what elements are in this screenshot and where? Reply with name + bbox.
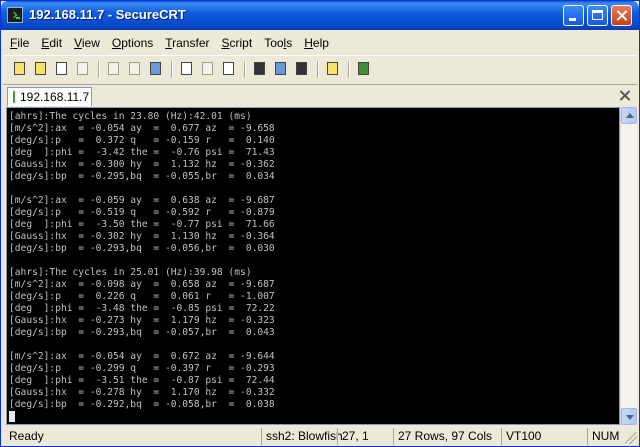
menu-help[interactable]: Help: [299, 36, 334, 50]
quick-connect-icon[interactable]: [32, 60, 50, 78]
close-tab-icon[interactable]: [617, 88, 633, 104]
session-options-icon[interactable]: [251, 60, 269, 78]
title-bar[interactable]: 192.168.11.7 - SecureCRT: [1, 1, 639, 30]
maximize-button[interactable]: [587, 5, 608, 26]
close-button[interactable]: [611, 5, 632, 26]
help-icon[interactable]: [324, 60, 342, 78]
toolbar-separator: [98, 61, 100, 78]
status-cursor-position: 27, 1: [337, 428, 391, 445]
menu-script[interactable]: Script: [217, 36, 258, 50]
status-terminal-type: VT100: [501, 428, 585, 445]
find-icon[interactable]: [147, 60, 165, 78]
copy-icon[interactable]: [105, 60, 123, 78]
connect-icon[interactable]: [11, 60, 29, 78]
reconnect-icon[interactable]: [74, 60, 92, 78]
terminal-line: [Gauss]:hx = -0.300 hy = 1.132 hz = -0.3…: [9, 159, 275, 170]
terminal-line: [deg/s]:bp = -0.292,bq = -0.058,br = 0.0…: [9, 399, 275, 410]
terminal-line: [m/s^2]:ax = -0.059 ay = 0.638 az = -9.6…: [9, 195, 275, 206]
status-ready: Ready: [9, 429, 44, 443]
print-icon[interactable]: [178, 60, 196, 78]
scroll-down-button[interactable]: [621, 408, 637, 425]
terminal-line: [deg/s]:p = -0.299 q = -0.397 r = -0.293: [9, 363, 275, 374]
session-tab-bar: 192.168.11.7: [3, 85, 637, 107]
menu-file[interactable]: File: [5, 36, 34, 50]
sftp-icon[interactable]: [355, 60, 373, 78]
status-num-lock: NUM: [587, 428, 623, 445]
terminal-line: [deg/s]:bp = -0.293,bq = -0.056,br = 0.0…: [9, 243, 275, 254]
terminal-line: [deg/s]:p = 0.372 q = -0.159 r = 0.140: [9, 135, 275, 146]
toolbar-separator: [317, 61, 319, 78]
toolbar: [3, 55, 637, 85]
global-options-icon[interactable]: [272, 60, 290, 78]
status-terminal-size: 27 Rows, 97 Cols: [393, 428, 499, 445]
menu-tools[interactable]: Tools: [259, 36, 297, 50]
menu-view[interactable]: View: [69, 36, 105, 50]
session-tab[interactable]: 192.168.11.7: [7, 87, 92, 106]
terminal-line: [deg/s]:p = -0.519 q = -0.592 r = -0.879: [9, 207, 275, 218]
terminal-line: [ahrs]:The cycles in 23.80 (Hz):42.01 (m…: [9, 111, 252, 122]
menu-transfer[interactable]: Transfer: [160, 36, 214, 50]
connect-tab-icon[interactable]: [53, 60, 71, 78]
print-setup-icon[interactable]: [220, 60, 238, 78]
securecrt-app-icon[interactable]: [7, 7, 23, 23]
print-selection-icon[interactable]: [199, 60, 217, 78]
terminal-line: [deg/s]:p = 0.226 q = 0.061 r = -1.007: [9, 291, 275, 302]
keymap-icon[interactable]: [293, 60, 311, 78]
terminal-line: [deg ]:phi = -3.48 the = -0.85 psi = 72.…: [9, 303, 275, 314]
scroll-up-button[interactable]: [621, 107, 637, 124]
terminal-line: [m/s^2]:ax = -0.054 ay = 0.677 az = -9.6…: [9, 123, 275, 134]
toolbar-separator: [244, 61, 246, 78]
terminal-line: [Gauss]:hx = -0.302 hy = 1.130 hz = -0.3…: [9, 231, 275, 242]
terminal-line: [deg ]:phi = -3.50 the = -0.77 psi = 71.…: [9, 219, 275, 230]
terminal-line: [m/s^2]:ax = -0.054 ay = 0.672 az = -9.6…: [9, 351, 275, 362]
terminal-line: [deg/s]:bp = -0.293,bq = -0.057,br = 0.0…: [9, 327, 275, 338]
terminal-line: [deg/s]:bp = -0.295,bq = -0.055,br = 0.0…: [9, 171, 275, 182]
status-cipher: ssh2: Blowfish: [261, 428, 343, 445]
terminal-output[interactable]: [ahrs]:The cycles in 23.80 (Hz):42.01 (m…: [6, 107, 620, 425]
terminal-line: [ahrs]:The cycles in 25.01 (Hz):39.98 (m…: [9, 267, 252, 278]
securecrt-window: 192.168.11.7 - SecureCRT File Edit View …: [0, 0, 640, 447]
resize-grip-icon[interactable]: [625, 432, 637, 444]
menu-bar: File Edit View Options Transfer Script T…: [3, 32, 637, 54]
terminal-cursor: [9, 411, 15, 422]
toolbar-separator: [348, 61, 350, 78]
menu-options[interactable]: Options: [107, 36, 158, 50]
session-tab-label: 192.168.11.7: [20, 90, 90, 104]
paste-icon[interactable]: [126, 60, 144, 78]
terminal-line: [deg ]:phi = -3.51 the = -0.87 psi = 72.…: [9, 375, 275, 386]
vertical-scrollbar[interactable]: [620, 107, 637, 425]
terminal-line: [m/s^2]:ax = -0.098 ay = 0.658 az = -9.6…: [9, 279, 275, 290]
status-bar: Ready ssh2: Blowfish 27, 1 27 Rows, 97 C…: [3, 427, 637, 446]
terminal-line: [Gauss]:hx = -0.273 hy = 1.179 hz = -0.3…: [9, 315, 275, 326]
window-title: 192.168.11.7 - SecureCRT: [29, 7, 186, 22]
toolbar-separator: [171, 61, 173, 78]
session-connected-icon: [13, 91, 15, 103]
minimize-button[interactable]: [563, 5, 584, 26]
terminal-line: [Gauss]:hx = -0.278 hy = 1.170 hz = -0.3…: [9, 387, 275, 398]
menu-edit[interactable]: Edit: [36, 36, 67, 50]
terminal-line: [deg ]:phi = -3.42 the = -0.76 psi = 71.…: [9, 147, 275, 158]
